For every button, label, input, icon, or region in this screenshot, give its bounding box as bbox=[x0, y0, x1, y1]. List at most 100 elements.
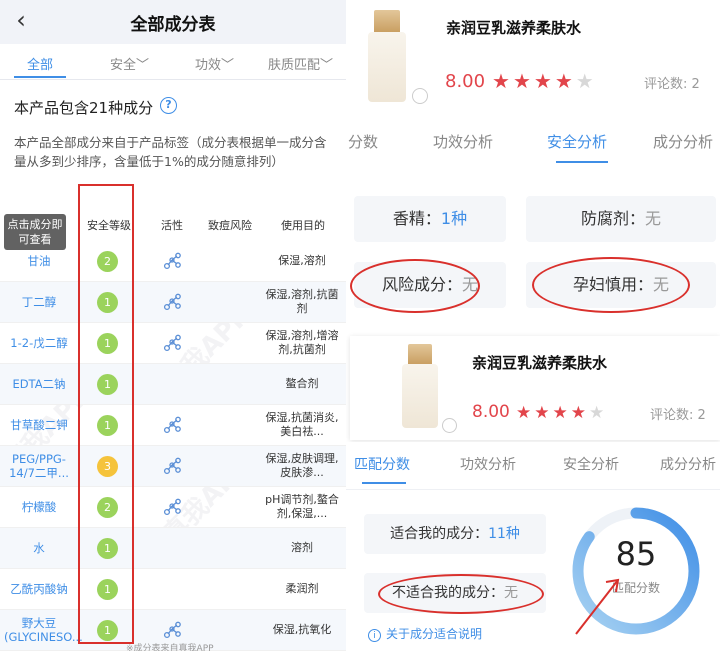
tab-efficacy-analysis[interactable]: 功效分析 bbox=[433, 131, 493, 152]
suitability-info-link[interactable]: i 关于成分适合说明 bbox=[368, 625, 482, 642]
star-icon: ★ bbox=[512, 69, 531, 93]
star-icon: ★ bbox=[516, 403, 532, 423]
product-image bbox=[368, 32, 406, 102]
help-icon[interactable]: ? bbox=[160, 97, 177, 114]
ingredient-name[interactable]: 甘油 bbox=[4, 254, 74, 268]
zoom-icon[interactable] bbox=[442, 418, 457, 433]
tab-ingredient-analysis[interactable]: 成分分析 bbox=[653, 131, 713, 152]
risk-highlight-oval bbox=[350, 259, 480, 313]
fragrance-card: 香精：1种 bbox=[354, 196, 506, 242]
source-footnote: ※成分表来自真我APP bbox=[126, 644, 214, 651]
ingredient-name[interactable]: 乙酰丙酸钠 bbox=[4, 582, 74, 596]
tab-skin-match[interactable]: 肤质匹配﹀ bbox=[268, 54, 333, 73]
ingredient-row[interactable]: 丁二醇 1 保湿,溶剂,抗菌剂 bbox=[0, 282, 346, 323]
nav-header: ‹ 全部成分表 bbox=[0, 0, 346, 44]
ingredient-row[interactable]: 1-2-戊二醇 1 保湿,溶剂,增溶剂,抗菌剂 bbox=[0, 323, 346, 364]
active-segment-indicator bbox=[556, 161, 608, 163]
info-icon: i bbox=[368, 629, 381, 642]
product-bottle-cap bbox=[374, 10, 400, 32]
safety-analysis-panel: 亲润豆乳滋养柔肤水 8.00 ★ ★ ★ ★ ★ 评论数: 2 分数 功效分析 安全分析… bbox=[346, 0, 720, 330]
molecule-icon bbox=[163, 334, 181, 352]
tab-ingredient-analysis[interactable]: 成分分析 bbox=[660, 454, 716, 474]
product-header: 亲润豆乳滋养柔肤水 8.00 ★ ★ ★ ★ ★ 评论数: 2 bbox=[346, 0, 720, 114]
tab-safety[interactable]: 安全﹀ bbox=[110, 54, 149, 73]
comment-count[interactable]: 评论数: 2 bbox=[650, 404, 706, 423]
active-segment-indicator bbox=[362, 482, 406, 484]
tab-all[interactable]: 全部 bbox=[27, 54, 53, 73]
suitability-info-label: 关于成分适合说明 bbox=[386, 627, 483, 641]
ingredient-name[interactable]: 丁二醇 bbox=[4, 295, 74, 309]
analysis-segments: 分数 功效分析 安全分析 成分分析 bbox=[346, 114, 720, 170]
star-icon: ★ bbox=[554, 69, 573, 93]
pregnancy-highlight-oval bbox=[532, 257, 690, 313]
product-image bbox=[402, 364, 438, 428]
product-score: 8.00 bbox=[472, 402, 510, 422]
star-rating: ★ ★ ★ ★ ★ bbox=[516, 403, 607, 423]
molecule-icon bbox=[163, 498, 181, 516]
ingredient-row[interactable]: 乙酰丙酸钠 1 柔润剂 bbox=[0, 569, 346, 610]
usage-purpose: pH调节剂,螯合剂,保湿,... bbox=[265, 493, 339, 520]
suitable-ingredients-card: 适合我的成分：11种 bbox=[364, 514, 546, 554]
ingredient-row[interactable]: 柠檬酸 2 pH调节剂,螯合剂,保湿,... bbox=[0, 487, 346, 528]
preservative-value: 无 bbox=[645, 209, 662, 228]
usage-purpose: 保湿,溶剂,抗菌剂 bbox=[265, 288, 339, 315]
match-score-value: 85 bbox=[615, 535, 657, 573]
col-activity: 活性 bbox=[161, 219, 183, 232]
star-icon: ★ bbox=[492, 69, 510, 93]
suitable-label: 适合我的成分： bbox=[390, 526, 489, 542]
ingredient-name[interactable]: 柠檬酸 bbox=[4, 500, 74, 514]
ingredient-row[interactable]: 水 1 溶剂 bbox=[0, 528, 346, 569]
molecule-icon bbox=[163, 416, 181, 434]
ingredient-name[interactable]: 野大豆(GLYCINESO... bbox=[4, 616, 83, 644]
preservative-label: 防腐剂： bbox=[580, 209, 645, 228]
tab-safety-analysis[interactable]: 安全分析 bbox=[547, 131, 607, 152]
ingredient-count: 本产品包含21种成分 bbox=[14, 99, 154, 117]
usage-purpose: 柔润剂 bbox=[285, 582, 319, 595]
ingredient-row[interactable]: EDTA二钠 1 螯合剂 bbox=[0, 364, 346, 405]
ingredient-name[interactable]: 水 bbox=[4, 541, 74, 555]
unsuitable-highlight-oval bbox=[378, 574, 544, 614]
ingredient-row[interactable]: PEG/PPG-14/7二甲... 3 保湿,皮肤调理,皮肤渗... bbox=[0, 446, 346, 487]
molecule-icon bbox=[163, 293, 181, 311]
fragrance-label: 香精： bbox=[392, 209, 441, 228]
comment-count[interactable]: 评论数: 2 bbox=[644, 73, 700, 92]
ingredient-name[interactable]: PEG/PPG-14/7二甲... bbox=[4, 452, 74, 480]
col-acne-risk: 致痘风险 bbox=[208, 219, 252, 232]
tab-efficacy-analysis[interactable]: 功效分析 bbox=[460, 454, 516, 474]
page-title: 全部成分表 bbox=[130, 15, 216, 35]
fragrance-value: 1种 bbox=[440, 209, 468, 228]
tab-match-score[interactable]: 匹配分数 bbox=[354, 454, 410, 474]
safety-level-highlight bbox=[78, 184, 134, 644]
star-icon: ★ bbox=[552, 403, 568, 423]
molecule-icon bbox=[163, 457, 181, 475]
molecule-icon bbox=[163, 252, 181, 270]
tab-safety-analysis[interactable]: 安全分析 bbox=[563, 454, 619, 474]
star-icon: ★ bbox=[575, 69, 594, 93]
product-name: 亲润豆乳滋养柔肤水 bbox=[446, 19, 582, 37]
ingredient-source-note: 本产品全部成分来自于产品标签（成分表根据单一成分含量从多到少排序，含量低于1%的… bbox=[14, 135, 327, 169]
preservative-card: 防腐剂：无 bbox=[526, 196, 716, 242]
ingredient-name[interactable]: EDTA二钠 bbox=[4, 377, 74, 391]
filter-tabs: 全部 安全﹀ 功效﹀ 肤质匹配﹀ bbox=[0, 44, 346, 80]
match-analysis-panel: 亲润豆乳滋养柔肤水 8.00 ★ ★ ★ ★ ★ 评论数: 2 匹配分数 功效分析 安全… bbox=[346, 330, 720, 651]
tab-score[interactable]: 分数 bbox=[348, 131, 378, 152]
star-icon: ★ bbox=[570, 403, 586, 423]
star-rating: ★ ★ ★ ★ ★ bbox=[492, 71, 597, 92]
product-score: 8.00 bbox=[445, 71, 486, 92]
ingredient-name[interactable]: 甘草酸二钾 bbox=[4, 418, 74, 432]
ingredient-name[interactable]: 1-2-戊二醇 bbox=[4, 336, 74, 350]
star-icon: ★ bbox=[533, 69, 552, 93]
tab-efficacy[interactable]: 功效﹀ bbox=[195, 54, 234, 73]
usage-purpose: 螯合剂 bbox=[285, 377, 319, 390]
ingredient-list-panel: ‹ 全部成分表 全部 安全﹀ 功效﹀ 肤质匹配﹀ 本产品包含21种成分 ? 本产… bbox=[0, 0, 346, 651]
usage-purpose: 保湿,抗氧化 bbox=[272, 623, 332, 636]
star-icon: ★ bbox=[534, 403, 550, 423]
product-name: 亲润豆乳滋养柔肤水 bbox=[472, 354, 608, 372]
usage-purpose: 保湿,抗菌消炎,美白祛... bbox=[265, 411, 339, 438]
ingredient-row[interactable]: 甘草酸二钾 1 保湿,抗菌消炎,美白祛... bbox=[0, 405, 346, 446]
zoom-icon[interactable] bbox=[412, 88, 428, 104]
product-bottle-cap bbox=[408, 344, 432, 364]
usage-purpose: 溶剂 bbox=[291, 541, 313, 554]
product-header: 亲润豆乳滋养柔肤水 8.00 ★ ★ ★ ★ ★ 评论数: 2 bbox=[350, 336, 720, 440]
active-tab-indicator bbox=[14, 76, 66, 78]
